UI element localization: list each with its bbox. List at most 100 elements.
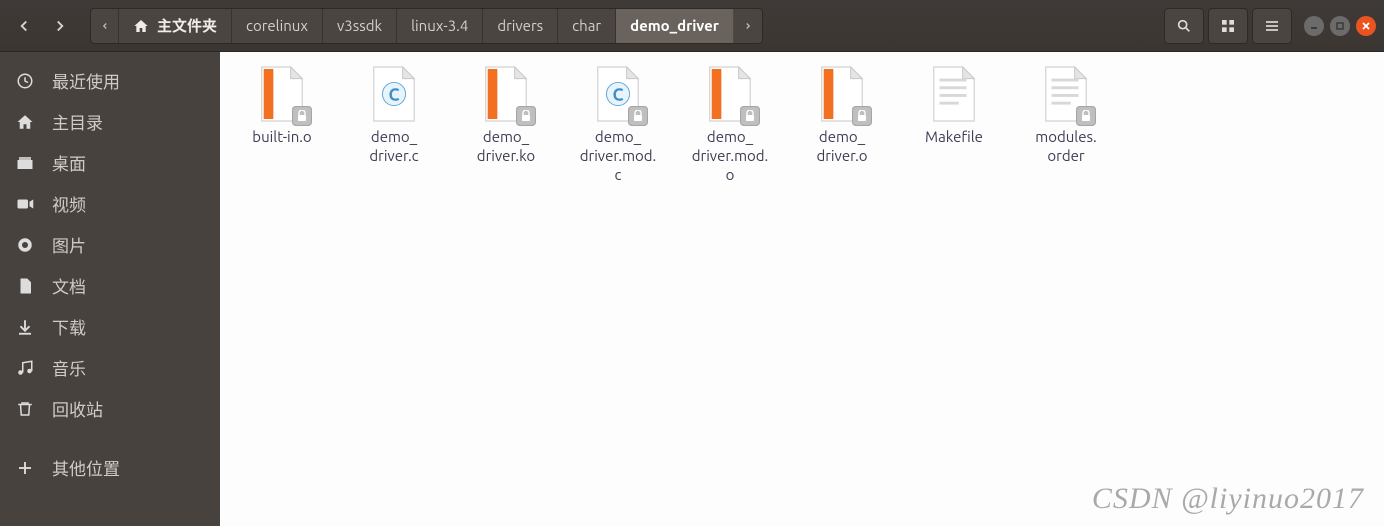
lock-icon	[740, 106, 760, 126]
hamburger-menu-button[interactable]	[1252, 8, 1292, 44]
file-item[interactable]: demo_ driver.mod. o	[674, 60, 786, 188]
chevron-left-small-icon	[100, 21, 110, 31]
back-button[interactable]	[6, 8, 42, 44]
breadcrumb-item-drivers[interactable]: drivers	[483, 9, 558, 43]
breadcrumb-item-linux34[interactable]: linux-3.4	[397, 9, 483, 43]
breadcrumb-scroll-left[interactable]	[91, 9, 119, 43]
sidebar: 最近使用 主目录 桌面 视频 图片	[0, 52, 220, 526]
documents-icon	[14, 277, 36, 295]
sidebar-item-label: 桌面	[52, 150, 86, 175]
lock-icon	[292, 106, 312, 126]
header-right-tools	[1164, 8, 1384, 44]
obj-file-icon	[816, 64, 868, 124]
hamburger-icon	[1264, 18, 1280, 34]
file-item[interactable]: demo_ driver.o	[786, 60, 898, 188]
music-icon	[14, 359, 36, 377]
file-label: demo_ driver.o	[816, 128, 867, 166]
file-item[interactable]: demo_ driver.mod. c	[562, 60, 674, 188]
sidebar-item-label: 图片	[52, 232, 86, 257]
sidebar-item-other-locations[interactable]: 其他位置	[0, 447, 220, 488]
breadcrumb-home[interactable]: 主文件夹	[119, 9, 232, 43]
file-label: Makefile	[925, 128, 983, 147]
sidebar-item-documents[interactable]: 文档	[0, 265, 220, 306]
file-view[interactable]: built-in.o demo_ driver.c demo_ driver.ko d…	[220, 52, 1384, 526]
forward-button[interactable]	[42, 8, 78, 44]
sidebar-item-label: 音乐	[52, 355, 86, 380]
breadcrumb-scroll-right[interactable]	[734, 9, 762, 43]
obj-file-icon	[480, 64, 532, 124]
icon-grid: built-in.o demo_ driver.c demo_ driver.ko d…	[226, 60, 1378, 188]
header-bar: 主文件夹 corelinux v3ssdk linux-3.4 drivers …	[0, 0, 1384, 52]
home-icon	[14, 113, 36, 131]
sidebar-item-music[interactable]: 音乐	[0, 347, 220, 388]
breadcrumb-bar: 主文件夹 corelinux v3ssdk linux-3.4 drivers …	[90, 8, 763, 44]
grid-view-icon	[1220, 18, 1236, 34]
lock-icon	[628, 106, 648, 126]
obj-file-icon	[704, 64, 756, 124]
sidebar-item-trash[interactable]: 回收站	[0, 388, 220, 429]
breadcrumb-label: linux-3.4	[411, 17, 468, 34]
search-button[interactable]	[1164, 8, 1204, 44]
breadcrumb-label: corelinux	[246, 17, 308, 34]
chevron-right-small-icon	[743, 21, 753, 31]
breadcrumb-item-demodriver[interactable]: demo_driver	[616, 9, 734, 43]
sidebar-item-label: 其他位置	[52, 455, 120, 480]
obj-file-icon	[256, 64, 308, 124]
sidebar-item-label: 最近使用	[52, 68, 120, 93]
minimize-icon	[1309, 21, 1319, 31]
breadcrumb-label: drivers	[497, 17, 543, 34]
pictures-icon	[14, 236, 36, 254]
file-label: demo_ driver.ko	[477, 128, 535, 166]
trash-icon	[14, 400, 36, 418]
recent-icon	[14, 72, 36, 90]
breadcrumb-item-v3ssdk[interactable]: v3ssdk	[323, 9, 397, 43]
breadcrumb-item-corelinux[interactable]: corelinux	[232, 9, 323, 43]
breadcrumb-item-char[interactable]: char	[558, 9, 616, 43]
sidebar-item-home[interactable]: 主目录	[0, 101, 220, 142]
window-close-button[interactable]	[1356, 16, 1376, 36]
lock-icon	[516, 106, 536, 126]
window-maximize-button[interactable]	[1330, 16, 1350, 36]
sidebar-item-recent[interactable]: 最近使用	[0, 60, 220, 101]
sidebar-item-desktop[interactable]: 桌面	[0, 142, 220, 183]
sidebar-item-label: 视频	[52, 191, 86, 216]
view-mode-button[interactable]	[1208, 8, 1248, 44]
nav-buttons	[0, 8, 84, 44]
file-label: demo_ driver.mod. o	[692, 128, 769, 184]
window-controls	[1304, 16, 1376, 36]
main-area: 最近使用 主目录 桌面 视频 图片	[0, 52, 1384, 526]
sidebar-item-label: 文档	[52, 273, 86, 298]
desktop-icon	[14, 154, 36, 172]
plus-icon	[14, 459, 36, 477]
c-file-icon	[368, 64, 420, 124]
search-icon	[1176, 18, 1192, 34]
breadcrumb-label: v3ssdk	[337, 17, 382, 34]
close-icon	[1361, 21, 1371, 31]
watermark-text: CSDN @liyinuo2017	[1092, 482, 1364, 516]
maximize-icon	[1335, 21, 1345, 31]
lock-icon	[1076, 106, 1096, 126]
lock-icon	[852, 106, 872, 126]
file-item[interactable]: Makefile	[898, 60, 1010, 188]
sidebar-item-pictures[interactable]: 图片	[0, 224, 220, 265]
downloads-icon	[14, 318, 36, 336]
file-item[interactable]: built-in.o	[226, 60, 338, 188]
breadcrumb-label: 主文件夹	[157, 15, 217, 36]
chevron-left-icon	[15, 17, 33, 35]
window-minimize-button[interactable]	[1304, 16, 1324, 36]
text-file-icon	[1040, 64, 1092, 124]
videos-icon	[14, 195, 36, 213]
sidebar-item-videos[interactable]: 视频	[0, 183, 220, 224]
file-label: demo_ driver.c	[369, 128, 418, 166]
file-item[interactable]: modules. order	[1010, 60, 1122, 188]
sidebar-item-label: 回收站	[52, 396, 103, 421]
breadcrumb-label: demo_driver	[630, 17, 719, 34]
chevron-right-icon	[51, 17, 69, 35]
home-icon	[133, 18, 149, 34]
file-item[interactable]: demo_ driver.c	[338, 60, 450, 188]
sidebar-item-label: 主目录	[52, 109, 103, 134]
c-file-icon	[592, 64, 644, 124]
sidebar-item-downloads[interactable]: 下载	[0, 306, 220, 347]
text-file-icon	[928, 64, 980, 124]
file-item[interactable]: demo_ driver.ko	[450, 60, 562, 188]
